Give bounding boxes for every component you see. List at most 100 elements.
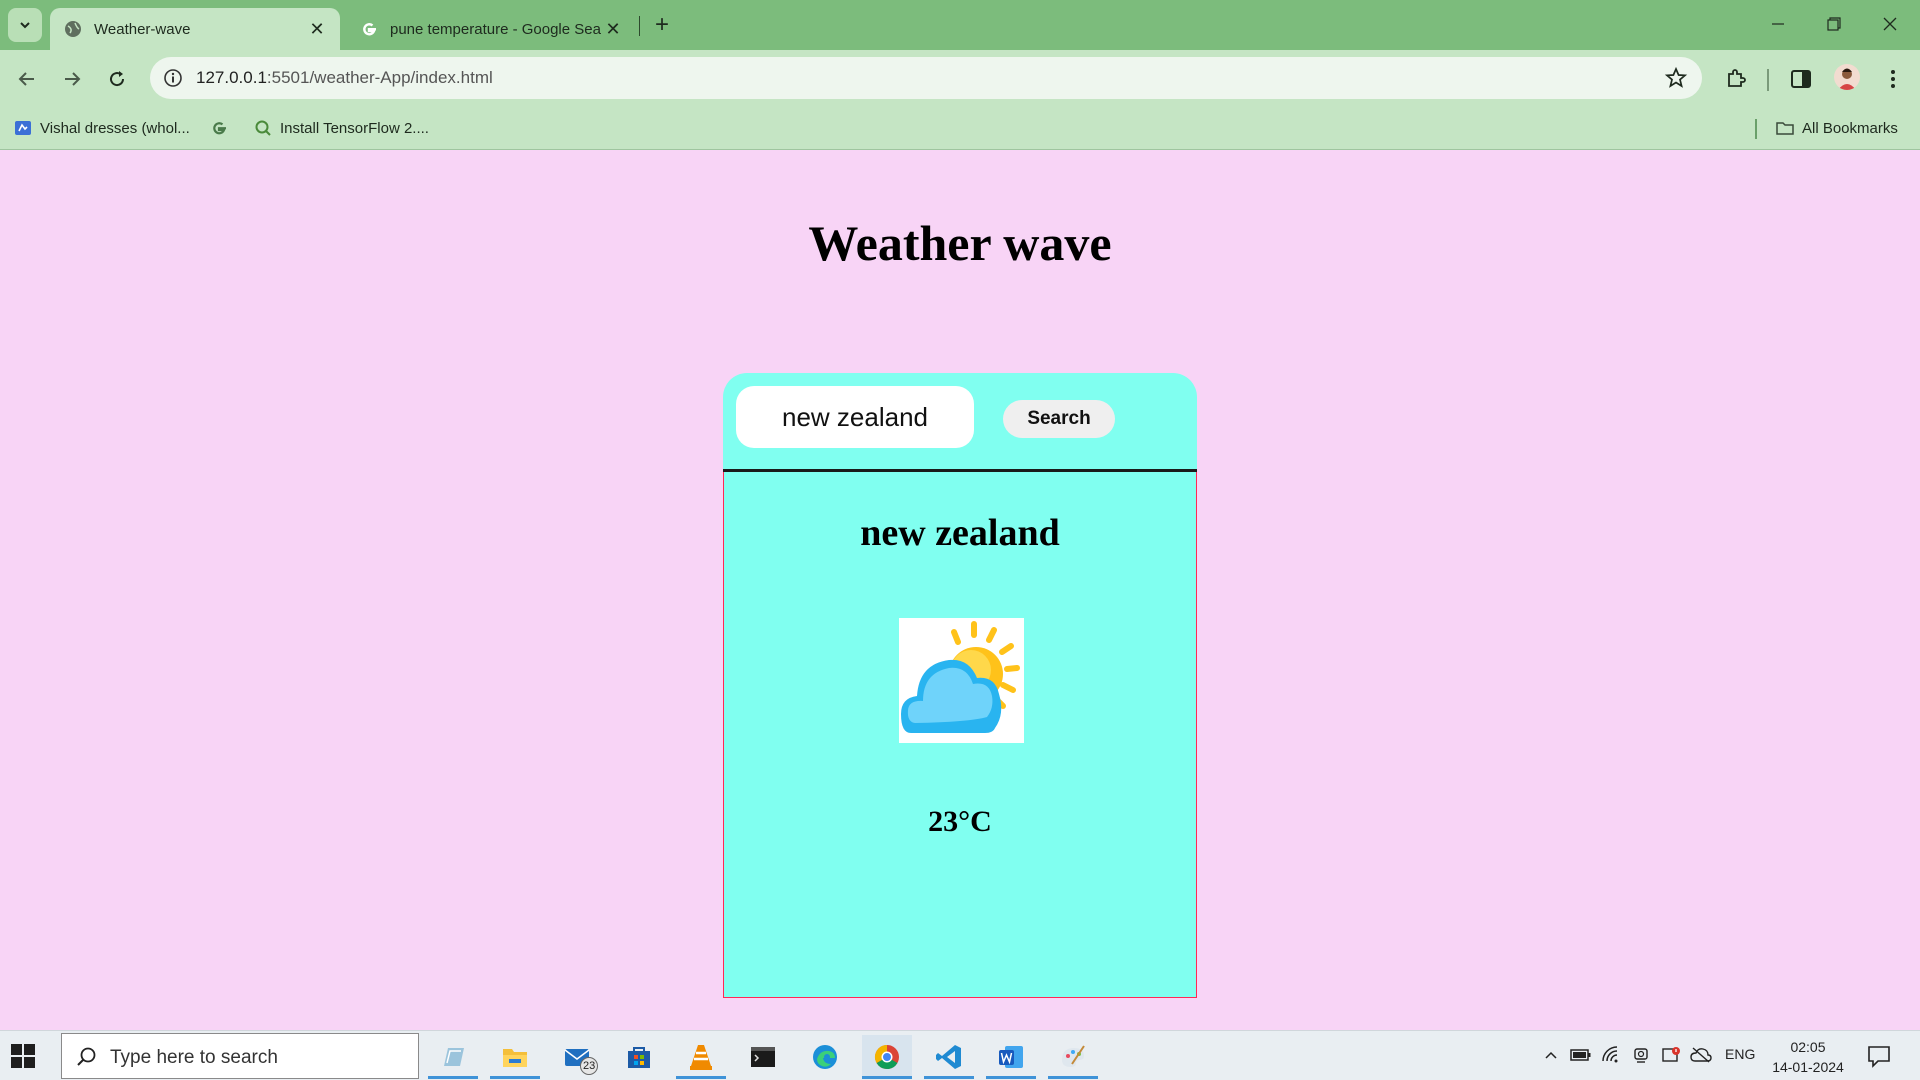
bookmark-google[interactable] xyxy=(210,116,236,140)
system-clock[interactable]: 02:05 14-01-2024 xyxy=(1768,1037,1848,1077)
taskbar-app-store[interactable] xyxy=(614,1035,664,1079)
running-indicator xyxy=(490,1076,540,1079)
browser-tab-strip: Weather-wave ✕ pune temperature - Google… xyxy=(0,0,1920,50)
temperature-value: 23°C xyxy=(928,805,992,838)
shield-alert-icon xyxy=(1662,1047,1680,1062)
url-host: 127.0.0.1 xyxy=(196,68,267,87)
restore-icon xyxy=(1827,17,1841,31)
running-indicator xyxy=(676,1076,726,1079)
bookmark-tensorflow[interactable]: Install TensorFlow 2.... xyxy=(254,116,429,140)
running-indicator xyxy=(428,1076,478,1079)
url-path: :5501/weather-App/index.html xyxy=(266,68,493,87)
show-hidden-icons-button[interactable] xyxy=(1540,1044,1562,1066)
windows-taskbar: Type here to search 23 ENG 02:05 14-01-2… xyxy=(0,1030,1920,1080)
site-info-icon[interactable] xyxy=(162,67,184,89)
running-indicator xyxy=(1048,1076,1098,1079)
search-button[interactable]: Search xyxy=(1003,400,1115,438)
close-icon xyxy=(1883,17,1897,31)
tab-title: pune temperature - Google Sear xyxy=(390,20,602,38)
running-indicator xyxy=(986,1076,1036,1079)
browser-menu-button[interactable] xyxy=(1880,66,1906,92)
partly-cloudy-icon xyxy=(901,621,1020,733)
bookmark-vishal-dresses[interactable]: Vishal dresses (whol... xyxy=(14,116,190,140)
tab-separator xyxy=(639,16,640,36)
onedrive-status[interactable] xyxy=(1690,1044,1712,1066)
taskbar-app-paint[interactable] xyxy=(1048,1035,1098,1079)
notepad-icon xyxy=(444,1048,464,1066)
weather-result: new zealand 23°C xyxy=(723,472,1197,998)
city-name: new zealand xyxy=(860,512,1060,554)
vlc-icon xyxy=(690,1045,712,1070)
search-icon xyxy=(255,120,271,136)
chevron-down-icon xyxy=(20,22,30,29)
profile-avatar[interactable] xyxy=(1834,64,1860,90)
extensions-button[interactable] xyxy=(1723,66,1749,92)
taskbar-search-placeholder: Type here to search xyxy=(110,1047,278,1068)
side-panel-button[interactable] xyxy=(1788,66,1814,92)
taskbar-app-vlc[interactable] xyxy=(676,1035,726,1079)
globe-icon xyxy=(65,21,81,37)
bookmark-label: Vishal dresses (whol... xyxy=(40,119,190,137)
taskbar-app-mail[interactable]: 23 xyxy=(552,1035,602,1079)
windows-start-icon[interactable] xyxy=(10,1043,36,1069)
reload-button[interactable] xyxy=(100,62,134,96)
taskbar-app-notepad[interactable] xyxy=(428,1035,478,1079)
close-tab-icon[interactable]: ✕ xyxy=(602,18,624,40)
google-icon xyxy=(213,122,226,135)
taskbar-app-chrome[interactable] xyxy=(862,1035,912,1079)
language-indicator[interactable]: ENG xyxy=(1725,1046,1755,1062)
edge-icon xyxy=(813,1045,837,1069)
forward-button[interactable] xyxy=(55,62,89,96)
taskbar-search-box[interactable]: Type here to search xyxy=(61,1033,419,1079)
chevron-up-icon xyxy=(1545,1051,1557,1059)
tab-title: Weather-wave xyxy=(94,20,191,38)
battery-icon xyxy=(1570,1049,1591,1061)
all-bookmarks-button[interactable]: All Bookmarks xyxy=(1776,116,1898,140)
terminal-icon xyxy=(751,1047,775,1067)
taskbar-app-file-explorer[interactable] xyxy=(490,1035,540,1079)
reload-icon xyxy=(110,71,125,87)
url-text[interactable]: 127.0.0.1:5501/weather-App/index.html xyxy=(196,68,493,88)
chrome-icon xyxy=(874,1045,899,1070)
back-button[interactable] xyxy=(10,62,44,96)
battery-status[interactable] xyxy=(1570,1044,1592,1066)
toolbar-divider xyxy=(1767,69,1769,91)
weather-image xyxy=(899,618,1024,743)
paint-icon xyxy=(1062,1045,1085,1067)
arrow-left-icon xyxy=(18,72,34,86)
folder-icon xyxy=(503,1049,527,1067)
folder-icon xyxy=(1776,122,1794,135)
city-search-input[interactable] xyxy=(736,386,974,448)
side-panel-icon xyxy=(1791,70,1811,88)
tab-pune-temperature[interactable]: pune temperature - Google Sear ✕ xyxy=(346,8,636,50)
taskbar-app-edge[interactable] xyxy=(800,1035,850,1079)
running-indicator xyxy=(924,1076,974,1079)
minimize-button[interactable] xyxy=(1750,0,1806,48)
bookmark-star-icon[interactable] xyxy=(1664,66,1688,90)
taskbar-app-vscode[interactable] xyxy=(924,1035,974,1079)
bookmark-label: Install TensorFlow 2.... xyxy=(280,119,429,137)
new-tab-button[interactable]: + xyxy=(648,11,676,39)
security-status[interactable] xyxy=(1660,1044,1682,1066)
tab-search-button[interactable] xyxy=(8,8,42,42)
taskbar-app-terminal[interactable] xyxy=(738,1035,788,1079)
camera-icon xyxy=(1634,1048,1648,1063)
wifi-icon xyxy=(1602,1046,1618,1063)
clock-time: 02:05 xyxy=(1790,1039,1826,1055)
wifi-status[interactable] xyxy=(1600,1044,1622,1066)
tab-weather-wave[interactable]: Weather-wave ✕ xyxy=(50,8,340,50)
minimize-icon xyxy=(1772,23,1784,25)
close-tab-icon[interactable]: ✕ xyxy=(306,18,328,40)
bookmarks-bar: Vishal dresses (whol... Install TensorFl… xyxy=(0,108,1920,150)
google-icon xyxy=(363,23,376,36)
word-icon xyxy=(999,1046,1023,1068)
maps-icon xyxy=(15,121,31,135)
all-bookmarks-label: All Bookmarks xyxy=(1802,119,1898,137)
clock-date: 14-01-2024 xyxy=(1772,1059,1844,1075)
address-bar[interactable]: 127.0.0.1:5501/weather-App/index.html xyxy=(150,57,1702,99)
notification-center-icon[interactable] xyxy=(1866,1043,1892,1069)
restore-button[interactable] xyxy=(1806,0,1862,48)
meet-now-status[interactable] xyxy=(1630,1044,1652,1066)
taskbar-app-word[interactable] xyxy=(986,1035,1036,1079)
close-window-button[interactable] xyxy=(1862,0,1918,48)
